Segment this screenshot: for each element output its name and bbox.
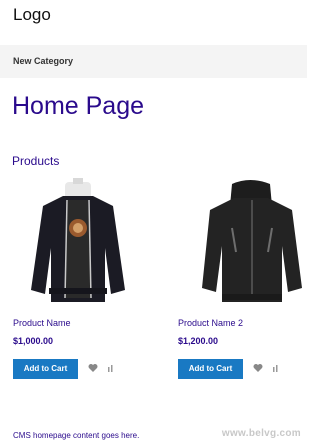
add-to-cart-button[interactable]: Add to Cart (13, 359, 78, 379)
product-image-hooded-jacket[interactable] (13, 178, 143, 308)
product-price: $1,000.00 (13, 336, 54, 346)
nav-item-new-category[interactable]: New Category (13, 56, 73, 66)
heart-icon[interactable] (252, 361, 264, 375)
compare-icon[interactable] (270, 361, 282, 375)
navigation-bar: New Category (0, 45, 307, 78)
product-price: $1,200.00 (178, 336, 219, 346)
heart-icon[interactable] (87, 361, 99, 375)
site-logo[interactable]: Logo (13, 5, 51, 25)
page-title: Home Page (12, 92, 145, 120)
product-name-link[interactable]: Product Name 2 (178, 318, 243, 328)
watermark: www.belvg.com (221, 428, 301, 439)
product-name-link[interactable]: Product Name (13, 318, 71, 328)
products-heading: Products (12, 154, 60, 168)
product-image-softshell-jacket[interactable] (190, 178, 320, 308)
add-to-cart-button[interactable]: Add to Cart (178, 359, 243, 379)
compare-icon[interactable] (105, 361, 117, 375)
cms-content-text: CMS homepage content goes here. (13, 431, 140, 440)
